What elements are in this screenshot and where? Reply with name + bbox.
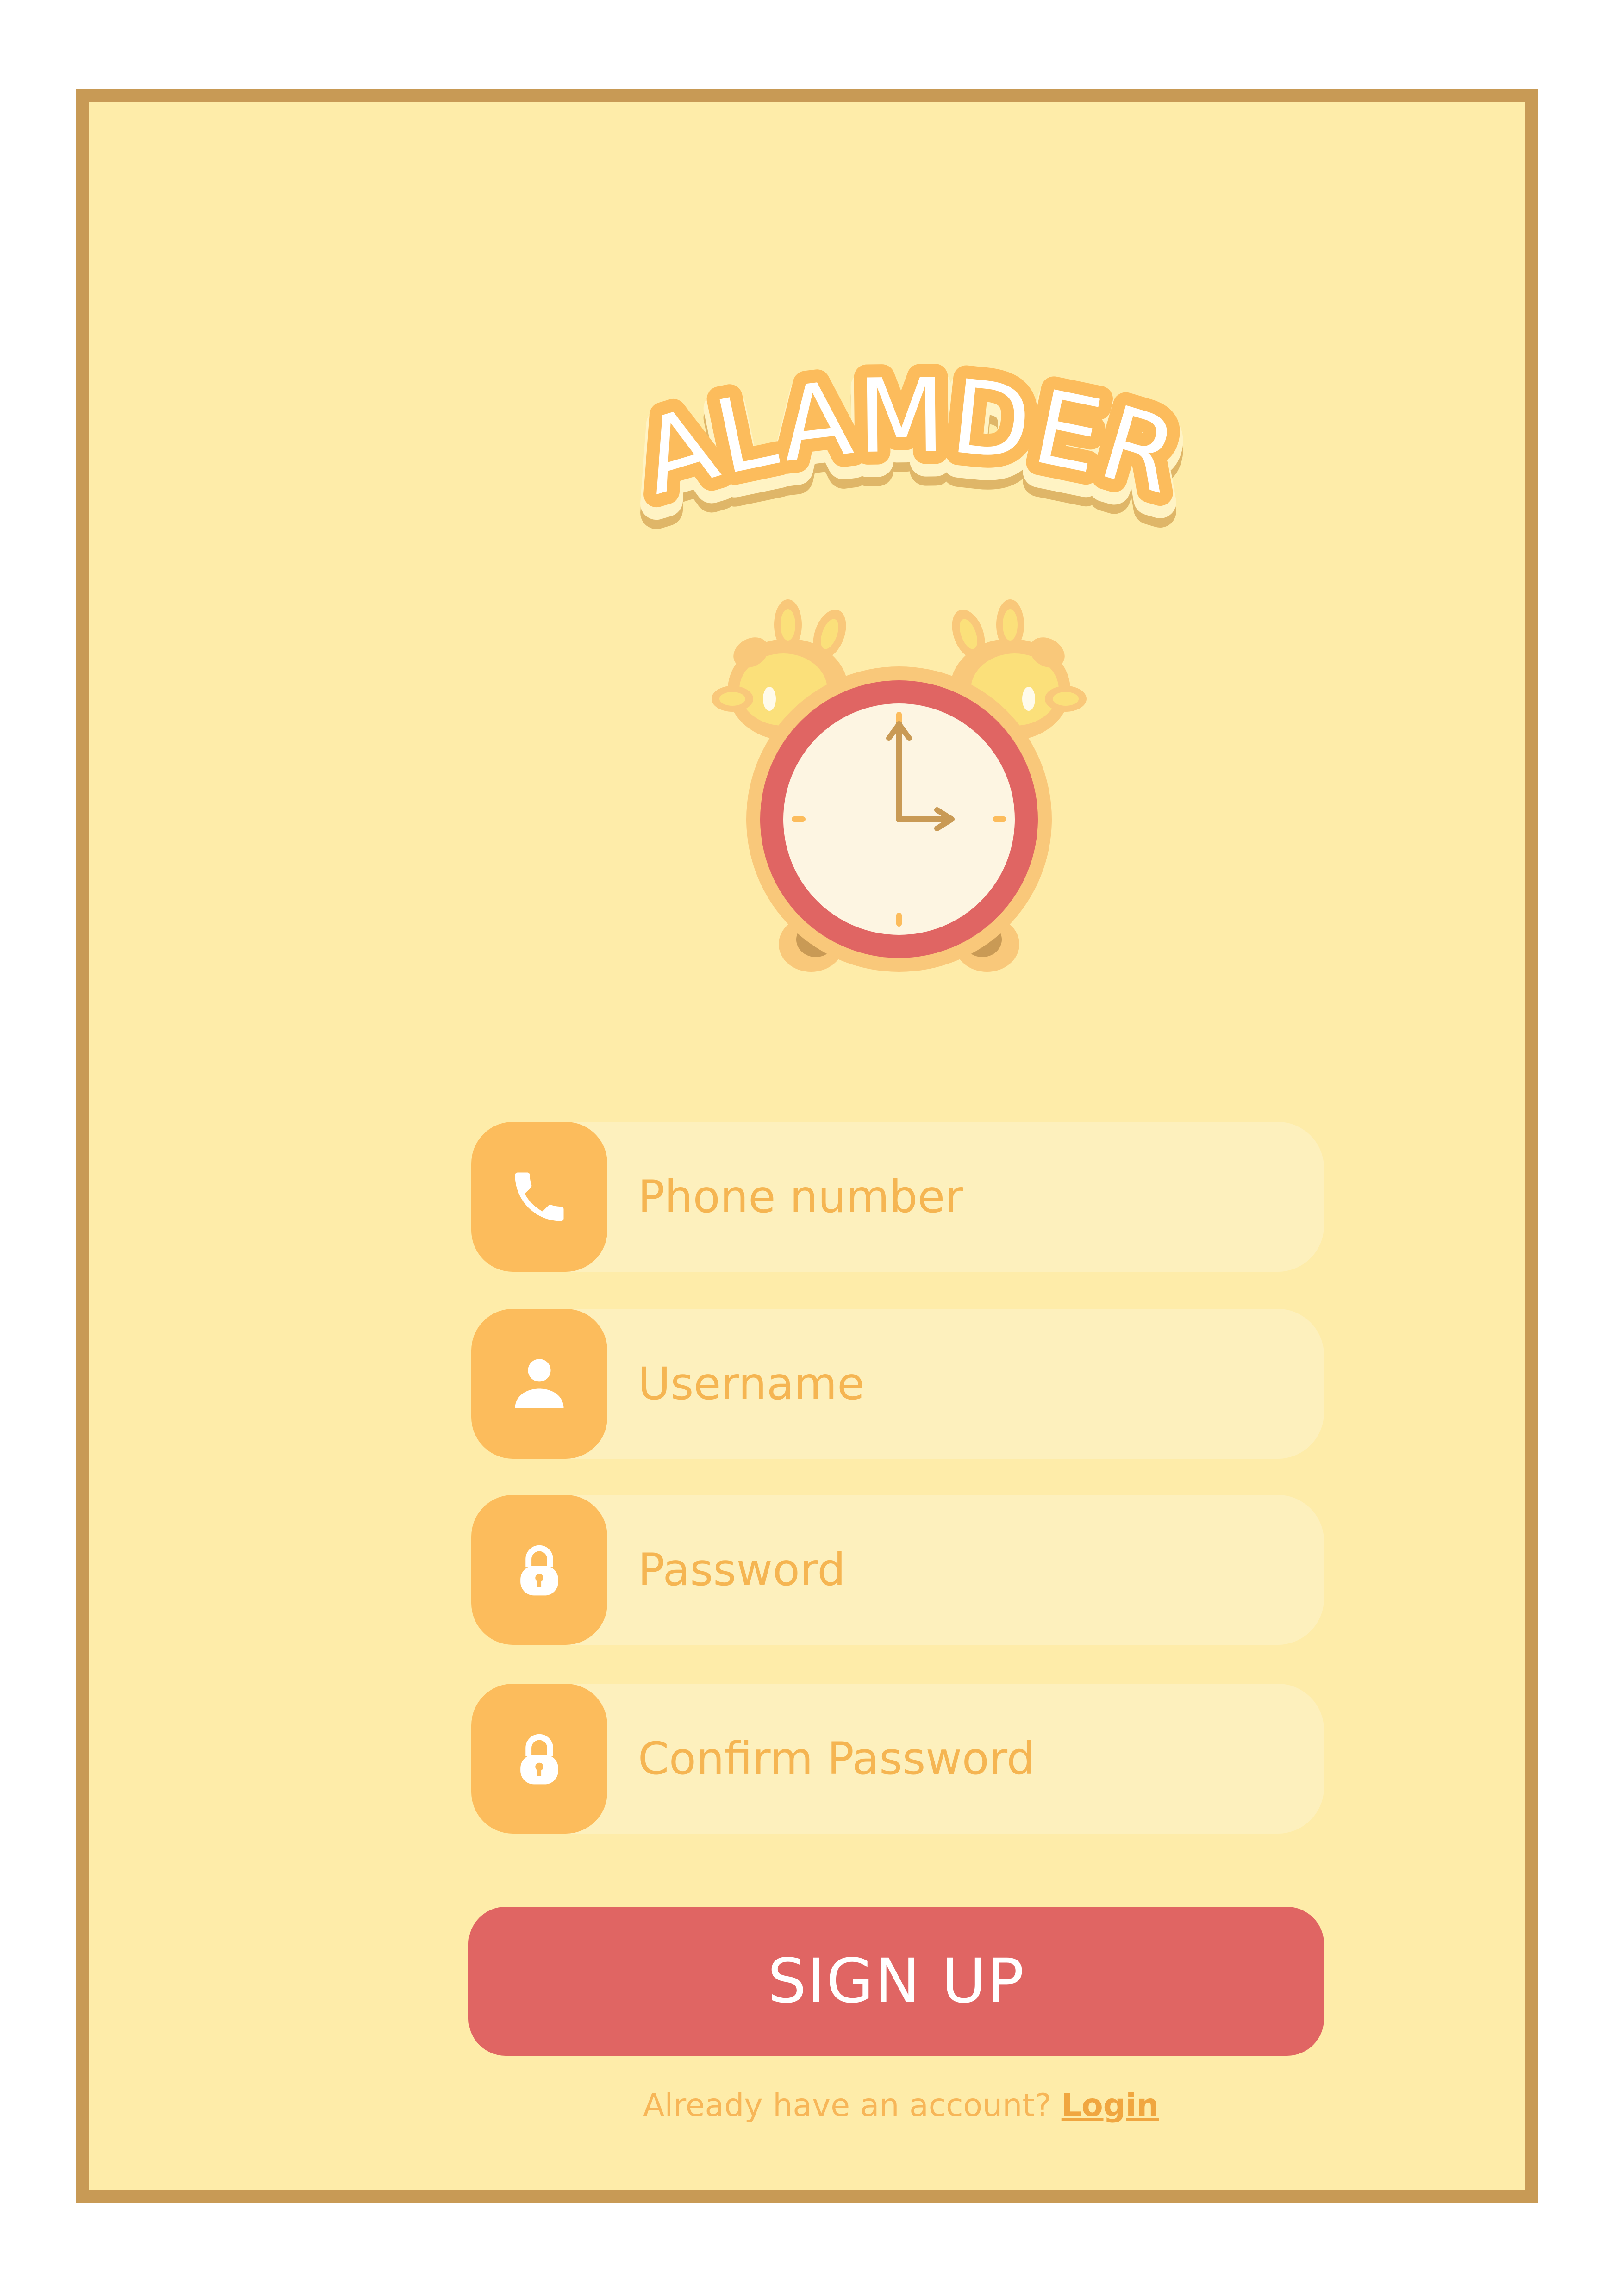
app-logo-graphic: ALAMDER ALAMDER ALAMDER ALAMDER bbox=[612, 343, 1206, 552]
confirm-password-field[interactable] bbox=[471, 1684, 1324, 1834]
phone-input[interactable] bbox=[638, 1122, 1295, 1272]
user-icon bbox=[515, 1359, 564, 1408]
lock-icon bbox=[520, 1545, 558, 1596]
page-frame: ALAMDER ALAMDER ALAMDER ALAMDER Phone nu… bbox=[76, 89, 1538, 2203]
username-input[interactable] bbox=[638, 1309, 1295, 1459]
user-icon-box bbox=[471, 1309, 607, 1459]
password-field[interactable] bbox=[471, 1495, 1324, 1645]
phone-icon-box bbox=[471, 1122, 607, 1272]
lock-icon bbox=[520, 1734, 558, 1785]
phone-icon bbox=[515, 1172, 564, 1221]
login-prompt-row: Already have an account? Login bbox=[89, 2087, 1624, 2124]
app-logo: ALAMDER ALAMDER ALAMDER ALAMDER bbox=[575, 343, 1246, 602]
login-prompt-text: Already have an account? bbox=[643, 2087, 1062, 2124]
lock-icon-box bbox=[471, 1495, 607, 1645]
phone-field[interactable] bbox=[471, 1122, 1324, 1272]
signup-button[interactable]: SIGN UP bbox=[468, 1907, 1324, 2056]
confirm-password-input[interactable] bbox=[638, 1684, 1295, 1834]
alarm-clock-icon bbox=[672, 583, 1126, 1009]
password-input[interactable] bbox=[638, 1495, 1295, 1645]
lock-icon-box-confirm bbox=[471, 1684, 607, 1834]
login-link[interactable]: Login bbox=[1062, 2087, 1159, 2124]
username-field[interactable] bbox=[471, 1309, 1324, 1459]
